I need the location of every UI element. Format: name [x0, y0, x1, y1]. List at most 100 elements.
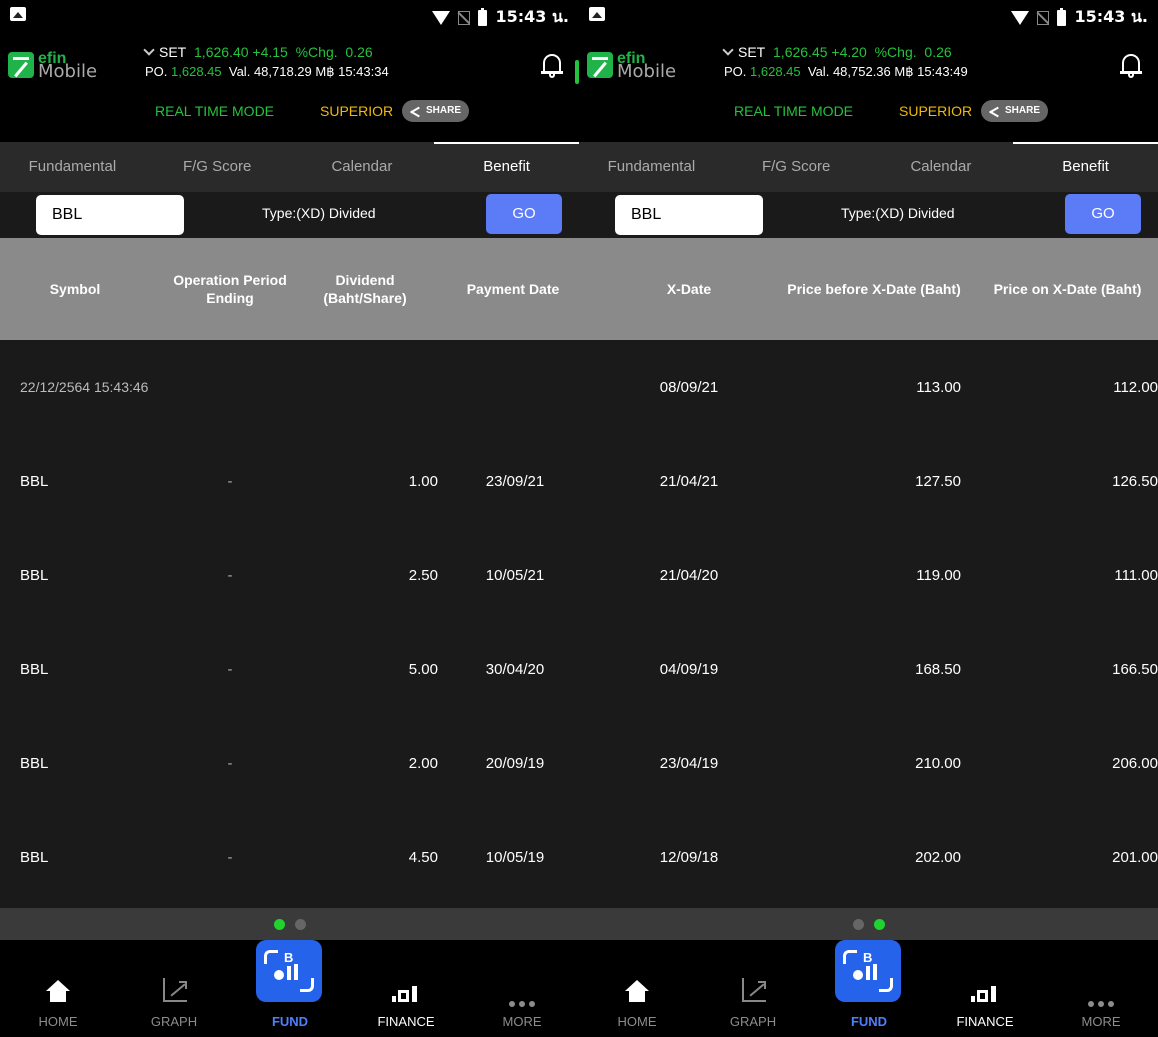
nav-more[interactable]: MORE: [464, 940, 579, 1037]
tab-calendar[interactable]: Calendar: [290, 142, 435, 192]
nav-fund[interactable]: B FUND: [811, 940, 927, 1037]
logo-mobile: Mobile: [617, 61, 677, 82]
symbol-input[interactable]: [615, 195, 763, 235]
table-row[interactable]: BBL - 4.50 10/05/19: [0, 810, 579, 904]
table-row[interactable]: 08/09/21 113.00 112.00: [579, 340, 1158, 434]
screens: 15:43 น. efin Mobile SET 1,626.40 +4.15 …: [0, 0, 1158, 1037]
clock: 15:43 น.: [1074, 7, 1148, 26]
go-button[interactable]: GO: [1065, 194, 1141, 234]
mode-row: REAL TIME MODE SUPERIOR SHARE: [579, 100, 1158, 124]
col-payment-date: Payment Date: [466, 281, 560, 297]
search-row: Type:(XD) Divided GO: [0, 192, 579, 238]
bell-icon[interactable]: [541, 52, 563, 78]
app-header: efin Mobile SET 1,626.40 +4.15 %Chg. 0.2…: [0, 30, 579, 142]
page-dot-1[interactable]: [273, 918, 285, 930]
realtime-mode-label: REAL TIME MODE: [155, 103, 275, 119]
share-button[interactable]: SHARE: [981, 100, 1049, 122]
col-dividend: Dividend (Baht/Share): [323, 272, 407, 306]
gallery-icon: [10, 7, 26, 21]
nav-finance[interactable]: FINANCE: [927, 940, 1043, 1037]
tab-benefit[interactable]: Benefit: [1013, 142, 1158, 192]
tab-benefit[interactable]: Benefit: [434, 142, 579, 192]
table-row[interactable]: 21/04/20 119.00 111.00: [579, 528, 1158, 622]
table-header: Symbol Operation Period Ending Dividend …: [0, 238, 579, 340]
gallery-icon: [589, 7, 605, 21]
nav-home[interactable]: HOME: [579, 940, 695, 1037]
tab-fundamental[interactable]: Fundamental: [579, 142, 724, 192]
realtime-mode-label: REAL TIME MODE: [734, 103, 854, 119]
type-label[interactable]: Type:(XD) Divided: [262, 205, 376, 221]
finance-icon: [971, 986, 999, 1002]
efin-logo-icon: [8, 52, 34, 78]
table-header: X-Date Price before X-Date (Baht) Price …: [579, 238, 1158, 340]
val-label: Val.: [807, 64, 830, 79]
nav-graph[interactable]: GRAPH: [695, 940, 811, 1037]
page-dot-2[interactable]: [873, 918, 885, 930]
tab-bar: Fundamental F/G Score Calendar Benefit: [579, 142, 1158, 192]
page-dot-2[interactable]: [294, 918, 306, 930]
bell-icon[interactable]: [1120, 52, 1142, 78]
tab-fundamental[interactable]: Fundamental: [0, 142, 145, 192]
bottom-nav: HOME GRAPH B FUND FINANCE MORE: [0, 940, 579, 1037]
set-label: SET: [159, 44, 187, 60]
symbol-input[interactable]: [36, 195, 184, 235]
set-value: 1,626.45 +4.20: [773, 44, 867, 60]
search-row: Type:(XD) Divided GO: [579, 192, 1158, 238]
table-row[interactable]: 04/09/19 168.50 166.50: [579, 622, 1158, 716]
tab-fg-score[interactable]: F/G Score: [145, 142, 290, 192]
status-bar: 15:43 น.: [0, 0, 579, 30]
val-value: 48,718.29 M฿ 15:43:34: [253, 64, 389, 79]
set-value: 1,626.40 +4.15: [194, 44, 288, 60]
nav-finance[interactable]: FINANCE: [348, 940, 464, 1037]
index-ticker[interactable]: SET 1,626.45 +4.20 %Chg. 0.26 PO. 1,628.…: [722, 42, 968, 82]
po-value: 1,628.45: [750, 64, 801, 79]
mode-row: REAL TIME MODE SUPERIOR SHARE: [0, 100, 579, 124]
share-icon: [989, 106, 999, 116]
table-row[interactable]: 21/04/21 127.50 126.50: [579, 434, 1158, 528]
nav-more[interactable]: MORE: [1043, 940, 1158, 1037]
tab-fg-score[interactable]: F/G Score: [724, 142, 869, 192]
efin-logo[interactable]: efin Mobile: [587, 51, 677, 82]
tab-calendar[interactable]: Calendar: [869, 142, 1014, 192]
efin-logo[interactable]: efin Mobile: [8, 51, 97, 81]
wifi-icon: [432, 10, 451, 25]
tab-bar: Fundamental F/G Score Calendar Benefit: [0, 142, 579, 192]
col-x-date: X-Date: [666, 281, 712, 297]
po-value: 1,628.45: [171, 64, 222, 79]
table-row[interactable]: 12/09/18 202.00 201.00: [579, 810, 1158, 904]
share-button[interactable]: SHARE: [402, 100, 470, 122]
type-label[interactable]: Type:(XD) Divided: [841, 205, 955, 221]
table-body[interactable]: 08/09/21 113.00 112.00 21/04/21 127.50 1…: [579, 340, 1158, 908]
chevron-down-icon[interactable]: [143, 44, 155, 56]
go-button[interactable]: GO: [486, 194, 562, 234]
app-header: efin Mobile SET 1,626.45 +4.20 %Chg. 0.2…: [579, 30, 1158, 142]
table-row[interactable]: BBL - 2.00 20/09/19: [0, 716, 579, 810]
table-row[interactable]: BBL - 5.00 30/04/20: [0, 622, 579, 716]
clock: 15:43 น.: [495, 7, 569, 26]
page-dot-1[interactable]: [852, 918, 864, 930]
nav-home[interactable]: HOME: [0, 940, 116, 1037]
battery-icon: [1057, 7, 1067, 26]
table-row[interactable]: BBL - 2.50 10/05/21: [0, 528, 579, 622]
col-price-before: Price before X-Date (Baht): [787, 281, 961, 297]
table-body[interactable]: 22/12/2564 15:43:46 BBL - 1.00 23/09/21 …: [0, 340, 579, 908]
table-row[interactable]: BBL - 1.00 23/09/21: [0, 434, 579, 528]
table-row[interactable]: 23/04/19 210.00 206.00: [579, 716, 1158, 810]
graph-icon: [163, 978, 187, 1002]
col-price-on: Price on X-Date (Baht): [993, 281, 1142, 297]
nav-fund[interactable]: B FUND: [232, 940, 348, 1037]
chg-label: %Chg.: [874, 44, 917, 60]
panel-xdate: 15:43 น. efin Mobile SET 1,626.45 +4.20 …: [579, 0, 1158, 1037]
more-icon: [1085, 994, 1117, 1007]
chevron-down-icon[interactable]: [722, 44, 734, 56]
nav-graph[interactable]: GRAPH: [116, 940, 232, 1037]
index-ticker[interactable]: SET 1,626.40 +4.15 %Chg. 0.26 PO. 1,628.…: [143, 42, 389, 82]
fund-icon: B: [835, 940, 901, 1002]
fund-icon: B: [256, 940, 322, 1002]
share-icon: [410, 106, 420, 116]
status-bar: 15:43 น.: [579, 0, 1158, 30]
home-icon: [46, 980, 70, 1004]
chg-value: 0.26: [924, 44, 952, 60]
page-indicator: [579, 908, 1158, 940]
table-row-timestamp: 22/12/2564 15:43:46: [0, 340, 579, 434]
